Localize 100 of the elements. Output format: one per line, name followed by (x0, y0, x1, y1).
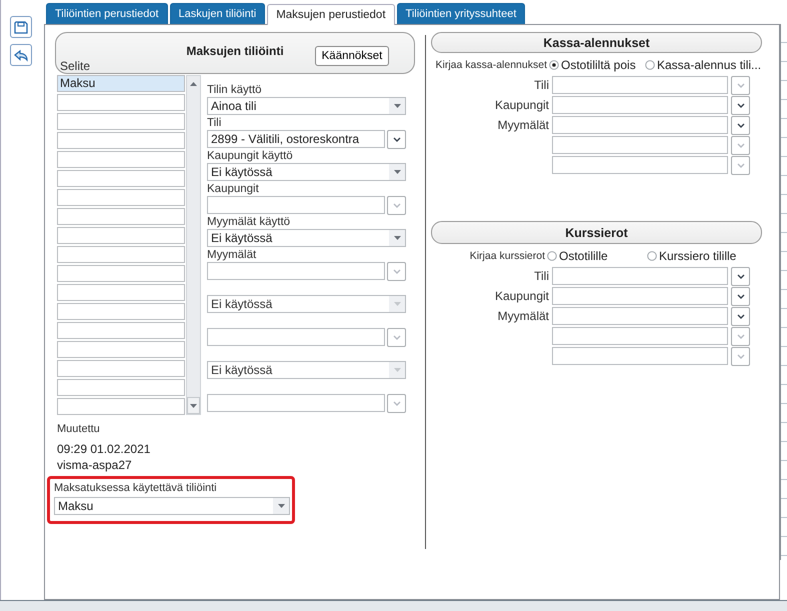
chevron-icon (736, 334, 744, 339)
scroll-down-arrow-icon (190, 404, 197, 408)
modified-label: Muutettu (57, 423, 101, 435)
description-input[interactable] (57, 246, 185, 263)
dropdown-field[interactable]: Ei käytössä (207, 229, 406, 247)
dropdown-arrow-icon (394, 236, 400, 240)
field-label: Kaupungit (207, 182, 260, 196)
input-field[interactable] (552, 96, 728, 114)
description-input[interactable] (57, 303, 185, 320)
modified-time: 09:29 01.02.2021 (57, 442, 152, 456)
field-label: Kaupungit (494, 97, 549, 114)
save-button[interactable] (10, 16, 32, 38)
description-input[interactable] (57, 322, 185, 339)
input-field[interactable] (207, 262, 385, 280)
tab[interactable]: Maksujen perustiedot (267, 4, 395, 25)
radio-option[interactable]: Ostotilille (547, 249, 647, 263)
description-input[interactable] (57, 132, 185, 149)
dropdown-field[interactable]: Ei käytössä (207, 163, 406, 181)
radio-option[interactable]: Ostotililtä pois (549, 58, 645, 72)
chevron-icon (736, 83, 744, 88)
chevron-icon (392, 335, 400, 340)
radio-button[interactable] (549, 60, 559, 70)
field-label: Tilin käyttö (207, 83, 263, 97)
field-label: Kaupungit käyttö (207, 149, 294, 163)
tab[interactable]: Laskujen tiliöinti (170, 3, 266, 24)
radio-button[interactable] (645, 60, 655, 70)
chevron-icon (736, 314, 744, 319)
dropdown-value: Ei käytössä (210, 297, 272, 311)
input-field[interactable] (552, 136, 728, 154)
field-label: Selite (60, 59, 90, 73)
dropdown-value: Maksu (57, 499, 94, 513)
input-field[interactable] (552, 116, 728, 134)
field-label: Myymälät (496, 117, 549, 134)
translations-button[interactable]: Käännökset (315, 46, 389, 66)
section-title: Maksujen tiliöinti (186, 43, 284, 60)
dropdown-button[interactable] (731, 96, 750, 115)
chevron-icon (736, 163, 744, 168)
input-field[interactable] (207, 394, 385, 412)
description-input[interactable] (57, 265, 185, 282)
section-header: Kurssierot (431, 221, 762, 244)
field-label: Myymälät (496, 308, 549, 325)
dropdown-button[interactable] (731, 307, 750, 326)
scroll-up-arrow-icon (190, 82, 197, 86)
dropdown-arrow-icon (394, 170, 400, 174)
dropdown-value: Ei käytössä (210, 165, 272, 179)
description-input[interactable] (57, 189, 185, 206)
input-field[interactable] (207, 196, 385, 214)
description-input[interactable] (57, 284, 185, 301)
input-field[interactable] (552, 267, 728, 285)
description-input[interactable] (57, 341, 185, 358)
chevron-icon (392, 401, 400, 406)
tab[interactable]: Tiliöintien perustiedot (46, 3, 168, 24)
tab[interactable]: Tiliöintien yrityssuhteet (396, 3, 526, 24)
input-field[interactable] (552, 307, 728, 325)
undo-button[interactable] (10, 44, 32, 66)
chevron-icon (736, 143, 744, 148)
radio-button[interactable] (547, 251, 557, 261)
dropdown-value: Ainoa tili (210, 99, 256, 113)
description-input[interactable] (57, 170, 185, 187)
description-input[interactable] (57, 360, 185, 377)
input-field[interactable] (207, 328, 385, 346)
chevron-icon (736, 294, 744, 299)
dropdown-button[interactable] (731, 116, 750, 135)
description-input[interactable] (57, 227, 185, 244)
chevron-icon (392, 137, 400, 142)
dropdown-arrow-icon (394, 104, 400, 108)
description-input[interactable]: Maksu (57, 75, 185, 92)
input-field[interactable]: 2899 - Välitili, ostoreskontra (207, 130, 385, 148)
input-field[interactable] (552, 347, 728, 365)
dropdown-value: Ei käytössä (210, 231, 272, 245)
field-label: Myymälät (207, 248, 258, 262)
description-input[interactable] (57, 398, 185, 415)
chevron-icon (736, 123, 744, 128)
radio-button[interactable] (647, 251, 657, 261)
dropdown-button[interactable] (731, 287, 750, 306)
description-input[interactable] (57, 151, 185, 168)
input-field[interactable] (552, 327, 728, 345)
dropdown-button[interactable] (387, 130, 406, 149)
description-input[interactable] (57, 379, 185, 396)
description-input[interactable] (57, 208, 185, 225)
description-input[interactable] (57, 94, 185, 111)
radio-option[interactable]: Kassa-alennus tili... (645, 58, 762, 72)
dropdown-field[interactable]: Maksu (54, 497, 290, 515)
field-label: Kaupungit (494, 288, 549, 305)
description-input[interactable] (57, 113, 185, 130)
section-header: Kassa-alennukset (431, 32, 762, 53)
dropdown-arrow-icon (278, 504, 284, 508)
scrollbar[interactable] (186, 75, 201, 415)
dropdown-field[interactable]: Ainoa tili (207, 97, 406, 115)
field-label: Tili (207, 116, 222, 130)
dropdown-button[interactable] (731, 267, 750, 286)
chevron-icon (392, 203, 400, 208)
chevron-icon (736, 274, 744, 279)
input-field[interactable] (552, 76, 728, 94)
input-field[interactable] (552, 156, 728, 174)
chevron-icon (736, 103, 744, 108)
dropdown-arrow-icon (394, 302, 400, 306)
modified-user: visma-aspa27 (57, 458, 133, 472)
radio-option[interactable]: Kurssiero tilille (647, 249, 736, 263)
input-field[interactable] (552, 287, 728, 305)
